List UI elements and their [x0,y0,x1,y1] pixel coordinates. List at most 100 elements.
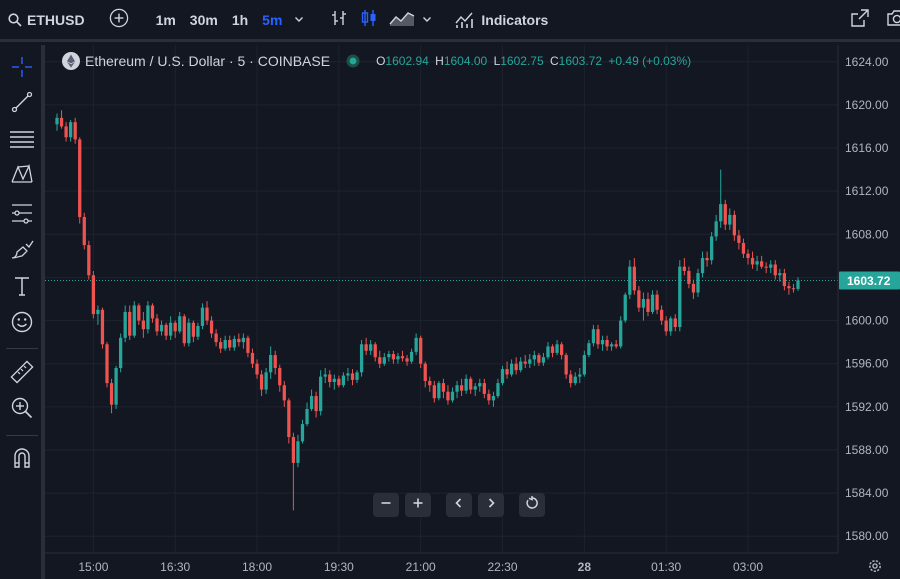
candle-body [719,204,723,222]
zoom-out-button[interactable] [373,493,399,517]
candle-body [750,258,755,265]
candle-body [114,368,118,405]
candle-body [59,117,64,127]
reset-chart-button[interactable] [519,493,545,517]
candle-body [696,273,700,293]
candle-body [182,316,186,344]
magnet-tool[interactable] [6,444,38,476]
scroll-left-button[interactable] [446,493,472,517]
candle-body [691,283,696,293]
candle-body [682,266,686,271]
trend-line-icon [10,90,34,119]
candle-body [214,333,218,343]
crosshair-tool[interactable] [6,53,38,85]
chevron-down-icon [293,12,305,28]
candle-style-button[interactable] [359,0,379,41]
candle-body [614,344,618,347]
candle-body [714,221,718,237]
price-tick-label: 1596.00 [845,357,889,371]
candle-body [432,385,436,399]
candle-body [787,286,791,289]
candle [146,301,150,334]
candle-body [246,337,250,353]
candle-body [78,139,82,218]
timeframe-1h[interactable]: 1h [225,0,255,41]
timeframe-5m[interactable]: 5m [255,0,289,41]
time-tick-label: 19:30 [324,560,354,574]
bar-style-button[interactable] [329,0,349,41]
high-value: 1604.00 [443,54,488,68]
candle-body [91,275,96,315]
candle-body [196,325,200,337]
candle-body [687,270,691,284]
reset-icon [525,495,539,515]
candle-body [200,307,205,326]
ruler-icon [9,359,35,390]
candle-body [164,324,168,336]
candle-body [205,307,209,321]
time-tick-label: 15:00 [78,560,108,574]
candle-body [596,329,600,345]
timeframe-30m[interactable]: 30m [183,0,225,41]
candle [623,292,627,323]
measure-tool[interactable] [6,358,38,390]
candle-body [632,266,636,291]
trend-line-tool[interactable] [6,88,38,120]
symbol-search[interactable]: ETHUSD [0,0,85,41]
zoom-in-button[interactable] [405,493,431,517]
icon-tool[interactable] [6,308,38,340]
candle-body [437,383,441,399]
toolbar-divider [6,435,38,436]
candle-body [578,374,582,377]
brush-icon [9,238,35,267]
candle-body [314,396,318,412]
candle-body [382,357,386,364]
candle-body [191,322,196,337]
pattern-tool[interactable] [6,161,38,193]
pattern-icon [9,162,35,193]
timeframe-dropdown[interactable] [293,0,305,41]
scroll-right-button[interactable] [478,493,504,517]
candle-body [232,338,236,348]
snapshot-button[interactable] [886,0,900,41]
timeframe-1m[interactable]: 1m [149,0,183,41]
candle-body [423,363,427,381]
compare-add-button[interactable] [109,0,129,41]
candle-body [378,357,382,364]
price-chart[interactable]: 1624.00 1620.00 1616.00 1612.00 1608.00 1604.… [45,45,900,579]
area-style-button[interactable] [389,0,415,41]
fib-retracement-tool[interactable] [6,125,38,157]
candle-body [482,383,486,394]
candle-body [87,245,91,276]
candle-body [255,363,259,375]
candle-body [478,383,482,387]
prediction-tool[interactable] [6,199,38,231]
candle [91,270,96,319]
close-label: C [549,54,559,68]
candle-body [650,294,655,312]
price-tick-label: 1616.00 [845,141,889,155]
candle-body [487,393,491,401]
candle-body [619,320,623,347]
candle-body [450,391,455,401]
time-tick-label: 22:30 [487,560,517,574]
candle-body [737,235,741,243]
candle-body [678,266,682,328]
candle [419,335,423,369]
candle [100,307,105,349]
candle [319,370,323,416]
candle-body [269,355,273,373]
zoom-in-tool[interactable] [6,394,38,426]
candle-body [664,320,668,332]
text-tool[interactable] [6,272,38,304]
indicators-button[interactable]: Indicators [455,0,548,41]
candle-body [369,344,373,351]
candle [678,260,682,332]
candle-body [555,344,559,353]
candle-body [419,337,423,364]
candle [87,240,91,280]
candle-body [764,266,768,268]
chart-type-dropdown[interactable] [421,0,433,41]
fullscreen-button[interactable] [850,0,870,41]
brush-tool[interactable] [6,236,38,268]
